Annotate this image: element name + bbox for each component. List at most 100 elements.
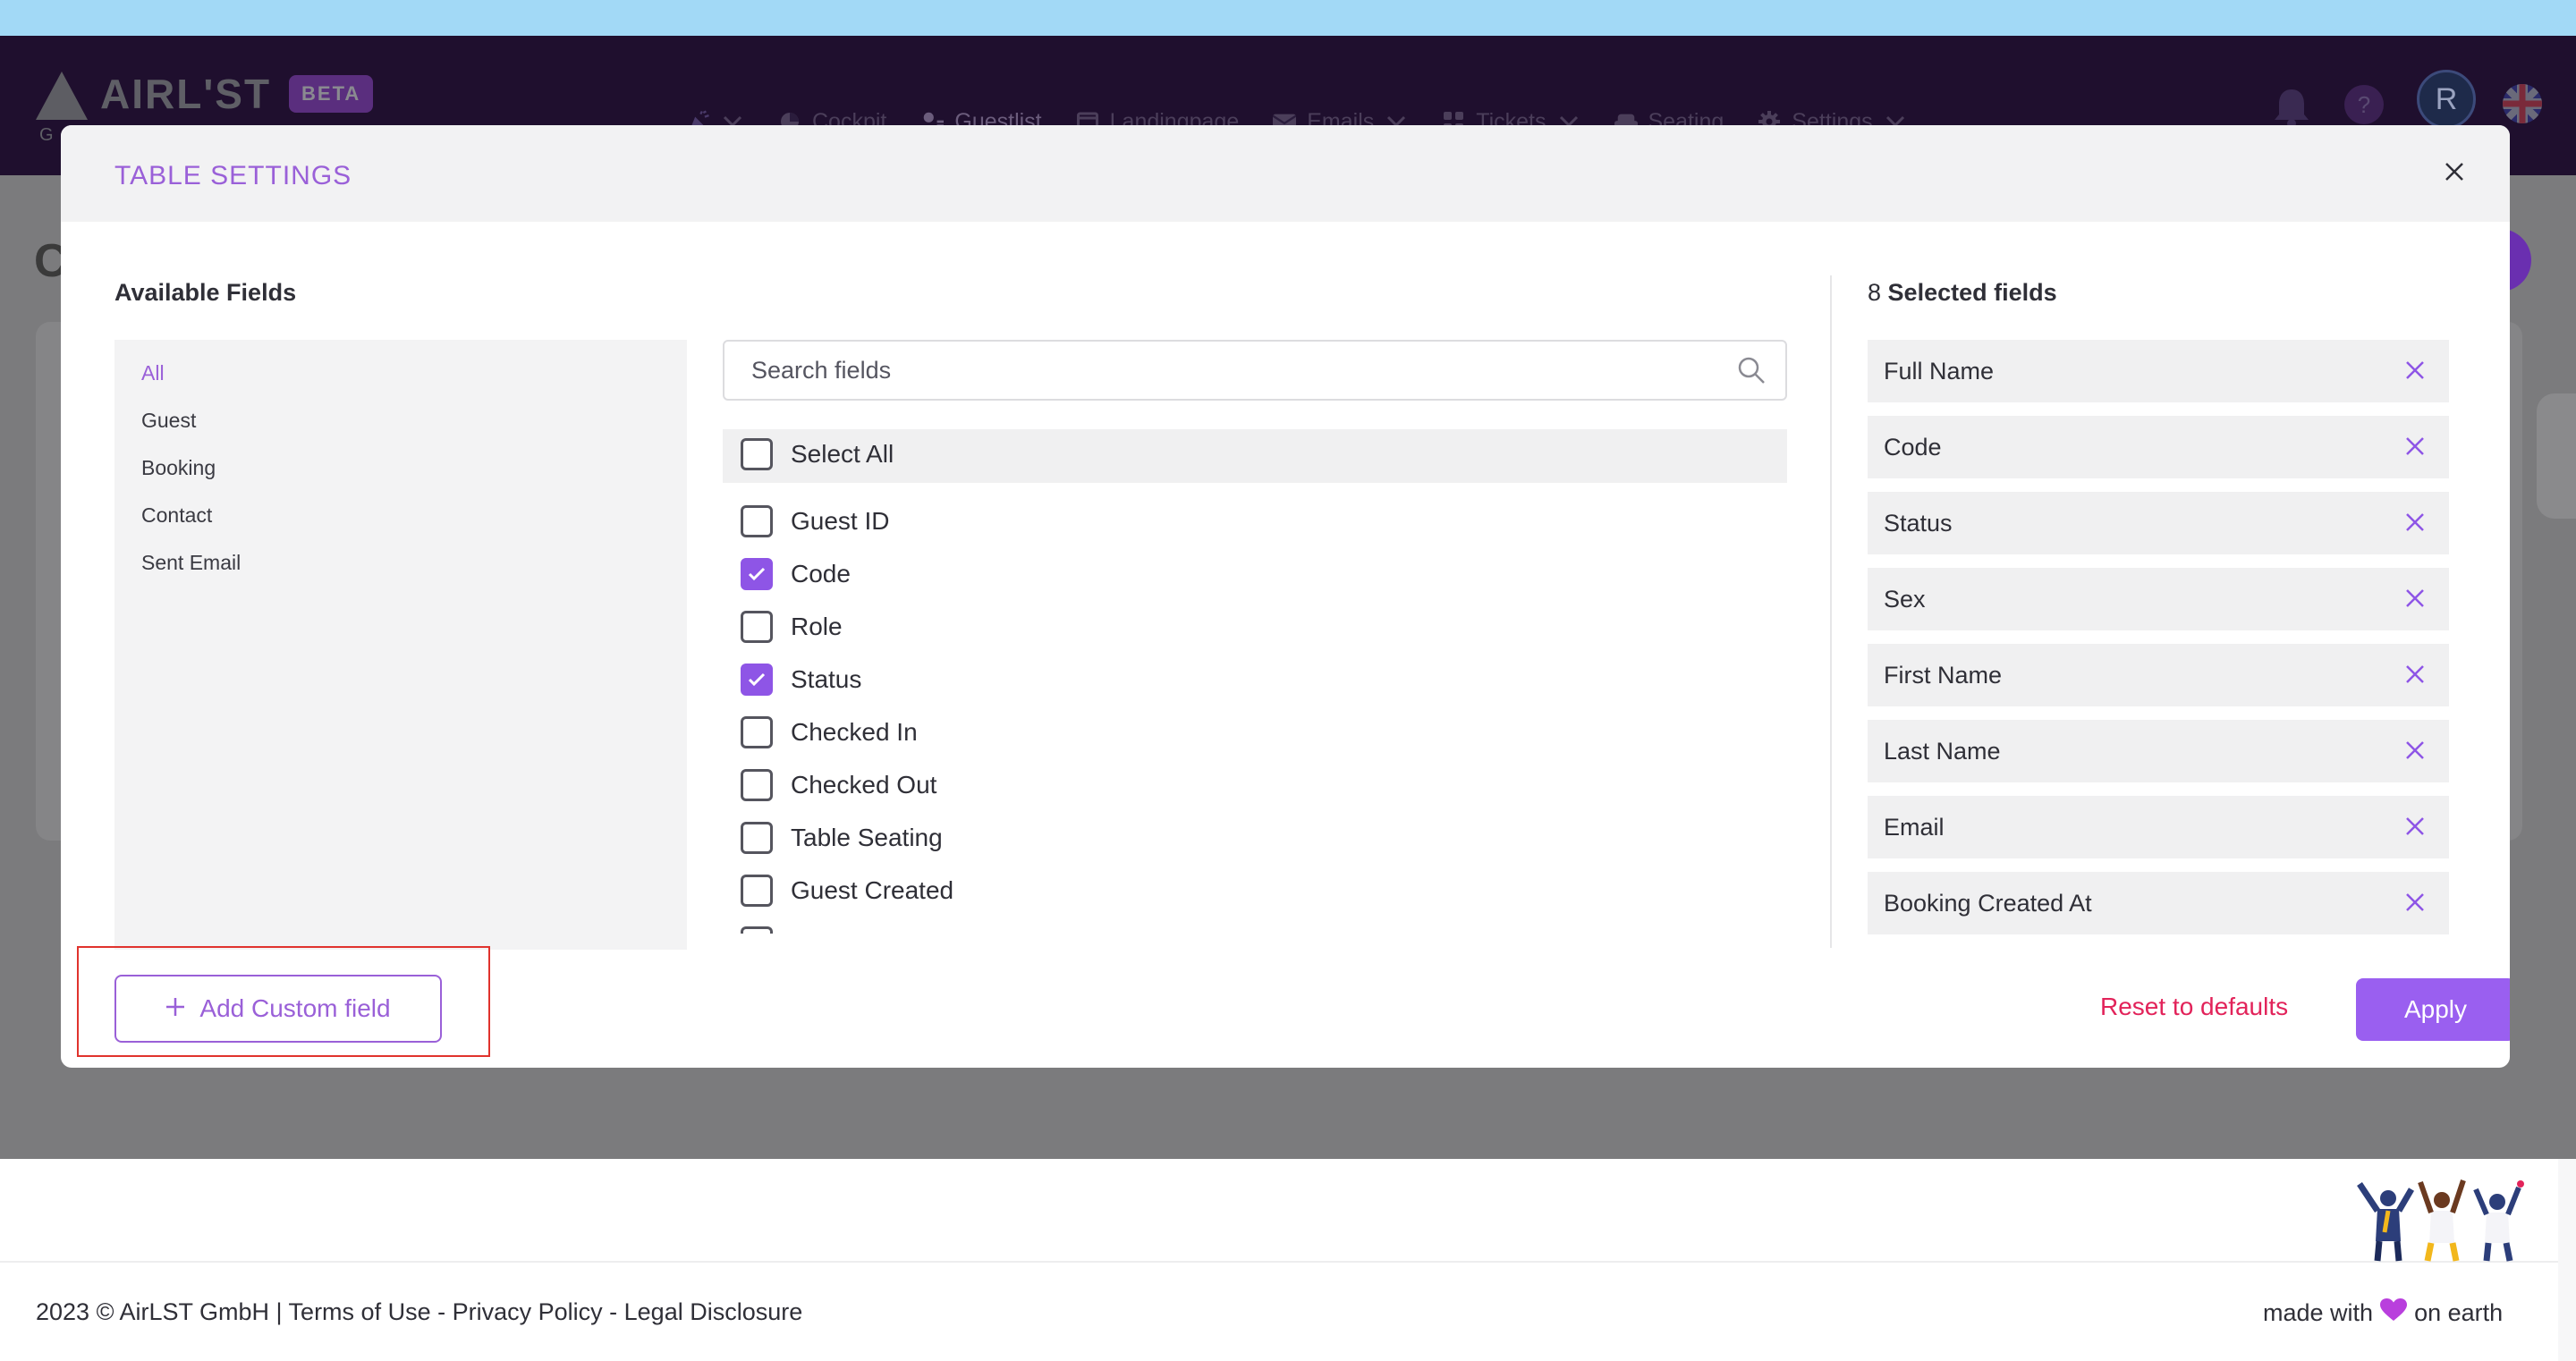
field-label: Role <box>791 613 843 640</box>
selected-count: 8 <box>1868 279 1882 306</box>
selected-field-label: Sex <box>1884 586 1926 613</box>
field-label: Checked Out <box>791 771 937 799</box>
privacy-policy-link[interactable]: Privacy Policy <box>453 1298 603 1325</box>
category-item-contact[interactable]: Contact <box>141 503 212 528</box>
logo-text: AIRL'ST <box>100 71 272 117</box>
page-scrollbar[interactable] <box>2558 1159 2576 1361</box>
field-label: Guest ID <box>791 507 890 535</box>
category-item-guest[interactable]: Guest <box>141 409 196 433</box>
selected-field-item[interactable]: Full Name <box>1868 340 2449 402</box>
footer-divider <box>0 1261 2576 1263</box>
selected-field-label: Booking Created At <box>1884 890 2092 917</box>
field-row-role[interactable]: Role <box>741 611 843 643</box>
field-row-code[interactable]: Code <box>741 558 851 590</box>
remove-field-icon[interactable] <box>2404 892 2429 917</box>
checkmark-icon <box>748 672 766 687</box>
selected-field-item[interactable]: Email <box>1868 796 2449 858</box>
field-checkbox[interactable] <box>741 611 773 643</box>
airlst-logo[interactable]: AIRL'ST BETA <box>36 68 374 120</box>
user-avatar[interactable]: R <box>2417 70 2476 129</box>
remove-field-icon[interactable] <box>2404 588 2429 613</box>
svg-text:?: ? <box>2358 91 2370 118</box>
category-item-booking[interactable]: Booking <box>141 456 216 480</box>
field-row-guest-id[interactable]: Guest ID <box>741 505 889 537</box>
field-checkbox[interactable] <box>741 505 773 537</box>
table-settings-modal: TABLE SETTINGS Available Fields All Gues… <box>61 125 2510 1068</box>
remove-field-icon[interactable] <box>2404 740 2429 765</box>
field-row-table-seating[interactable]: Table Seating <box>741 822 943 854</box>
field-category-list: All Guest Booking Contact Sent Email <box>114 340 687 950</box>
field-label: Table Seating <box>791 824 943 851</box>
apply-button[interactable]: Apply <box>2356 978 2510 1041</box>
footer-made-with: made with on earth <box>2263 1298 2503 1328</box>
airlst-logo-icon <box>36 68 88 120</box>
field-checkbox[interactable] <box>741 875 773 907</box>
field-checkbox-checked[interactable] <box>741 664 773 696</box>
select-all-label: Select All <box>791 440 894 468</box>
selected-field-item[interactable]: Sex <box>1868 568 2449 630</box>
logo-subtitle: G <box>39 125 61 145</box>
field-checkbox[interactable] <box>741 716 773 748</box>
selected-field-label: Status <box>1884 510 1953 537</box>
reset-to-defaults-button[interactable]: Reset to defaults <box>2100 993 2288 1021</box>
modal-header: TABLE SETTINGS <box>61 125 2510 222</box>
selected-field-item[interactable]: Code <box>1868 416 2449 478</box>
remove-field-icon[interactable] <box>2404 359 2429 385</box>
selected-fields-label: Selected fields <box>1887 279 2057 306</box>
beta-badge: BETA <box>289 75 374 113</box>
select-all-checkbox-row[interactable]: Select All <box>741 438 894 470</box>
selected-field-label: Full Name <box>1884 358 1995 385</box>
close-button[interactable] <box>2436 156 2472 191</box>
category-item-all[interactable]: All <box>141 361 165 385</box>
field-row-status[interactable]: Status <box>741 664 861 696</box>
terms-of-use-link[interactable]: Terms of Use <box>289 1298 431 1325</box>
footer-links: 2023 © AirLST GmbH | Terms of Use - Priv… <box>36 1298 802 1326</box>
remove-field-icon[interactable] <box>2404 511 2429 537</box>
field-row-guest-created[interactable]: Guest Created <box>741 875 953 907</box>
available-fields-title: Available Fields <box>114 279 297 306</box>
selected-field-item[interactable]: Status <box>1868 492 2449 554</box>
column-divider <box>1830 275 1832 948</box>
selected-field-item[interactable]: Booking Created At <box>1868 872 2449 934</box>
selected-field-label: First Name <box>1884 662 2003 689</box>
checkmark-icon <box>748 567 766 581</box>
category-item-sent-email[interactable]: Sent Email <box>141 551 241 575</box>
field-checkbox[interactable] <box>741 822 773 854</box>
remove-field-icon[interactable] <box>2404 664 2429 689</box>
side-tab-obscured <box>2537 393 2576 519</box>
highlight-annotation-box <box>77 946 490 1057</box>
field-row-checked-out[interactable]: Checked Out <box>741 769 936 801</box>
selected-fields-title: 8 Selected fields <box>1868 279 2057 307</box>
modal-title: TABLE SETTINGS <box>114 161 352 190</box>
footer-copyright: 2023 © AirLST GmbH | <box>36 1298 289 1325</box>
field-checkbox-partially-visible[interactable] <box>741 926 773 934</box>
field-label: Code <box>791 560 851 588</box>
remove-field-icon[interactable] <box>2404 816 2429 841</box>
close-icon <box>2444 161 2465 187</box>
selected-field-label: Email <box>1884 814 1945 841</box>
field-label: Guest Created <box>791 876 954 904</box>
search-icon <box>1737 356 1767 386</box>
field-row-checked-in[interactable]: Checked In <box>741 716 918 748</box>
heart-icon <box>2380 1298 2408 1328</box>
selected-field-label: Code <box>1884 434 1942 461</box>
search-fields-input[interactable] <box>751 342 1717 399</box>
made-with-text: made with <box>2263 1299 2374 1326</box>
uk-flag-icon[interactable] <box>2503 84 2542 123</box>
celebrating-people-illustration <box>2352 1179 2531 1263</box>
footer-separator: - <box>602 1298 624 1325</box>
browser-top-strip <box>0 0 2576 36</box>
help-button[interactable]: ? <box>2343 84 2385 130</box>
search-fields-box <box>723 340 1787 401</box>
legal-disclosure-link[interactable]: Legal Disclosure <box>624 1298 803 1325</box>
field-checkbox-checked[interactable] <box>741 558 773 590</box>
apply-label: Apply <box>2403 995 2468 1023</box>
selected-field-item[interactable]: First Name <box>1868 644 2449 706</box>
field-checkbox[interactable] <box>741 769 773 801</box>
select-all-checkbox[interactable] <box>741 438 773 470</box>
remove-field-icon[interactable] <box>2404 435 2429 461</box>
avatar-initial: R <box>2435 81 2458 116</box>
selected-field-item[interactable]: Last Name <box>1868 720 2449 782</box>
question-icon: ? <box>2343 84 2385 130</box>
field-label: Checked In <box>791 718 918 746</box>
